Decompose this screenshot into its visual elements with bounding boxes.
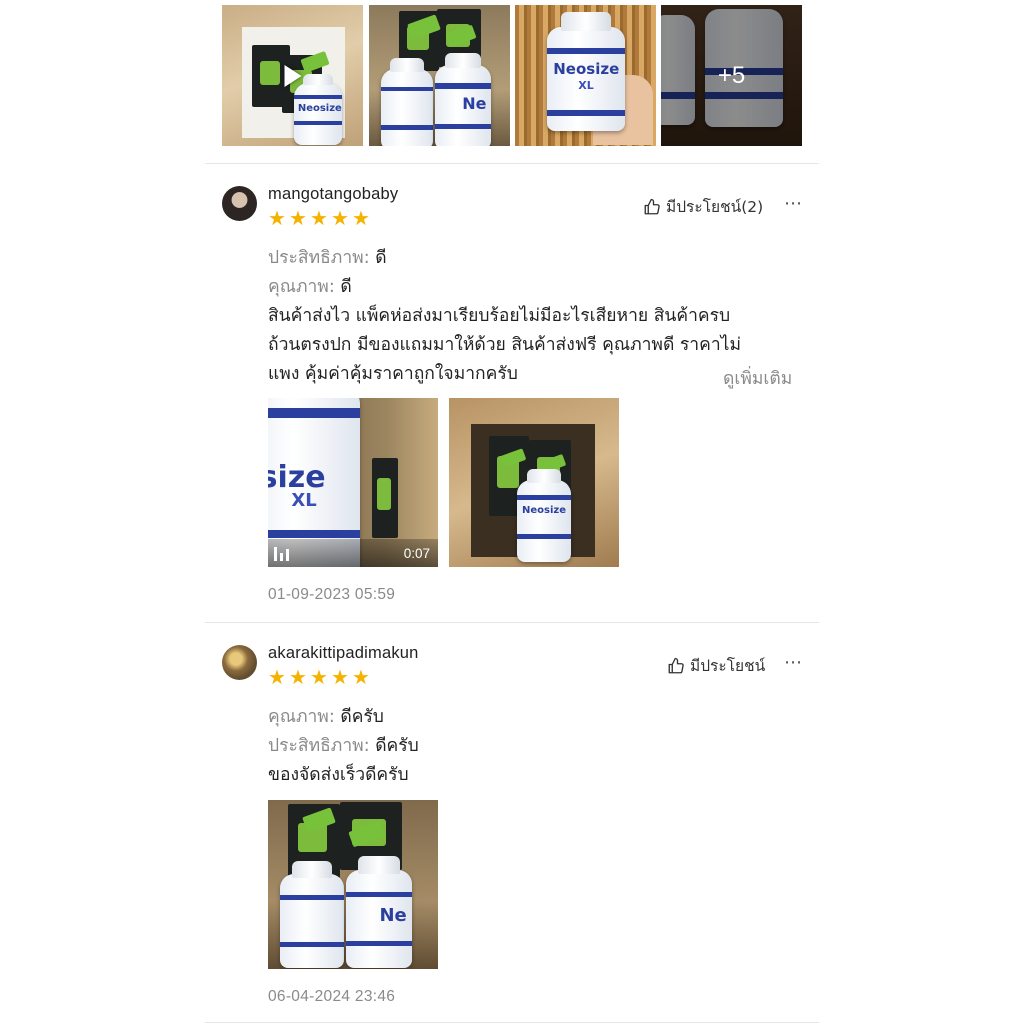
more-dots-icon[interactable]: ⋯ (784, 193, 803, 214)
avatar[interactable] (222, 186, 257, 221)
review-video[interactable]: osize XL 0:07 (268, 398, 438, 567)
attribute-value: ดี (340, 277, 352, 297)
review-divider (205, 622, 819, 623)
comment-line: ของจัดส่งเร็วดีครับ (268, 765, 409, 785)
gallery-video-thumb[interactable]: Neosize (222, 5, 363, 146)
gallery-image-3[interactable]: Neosize XL (515, 5, 656, 146)
star-icon: ★ (352, 206, 370, 230)
attribute-value: ดี (375, 248, 387, 268)
helpful-button[interactable]: มีประโยชน์(2) (643, 194, 763, 219)
attribute-key: คุณภาพ: (268, 277, 335, 297)
play-icon[interactable] (284, 64, 301, 87)
avatar[interactable] (222, 645, 257, 680)
see-more-link[interactable]: ดูเพิ่มเติม (723, 364, 792, 392)
attribute-value: ดีครับ (375, 736, 419, 756)
more-dots-icon[interactable]: ⋯ (784, 652, 803, 673)
star-icon: ★ (268, 665, 286, 689)
reviewer-name[interactable]: mangotangobaby (268, 185, 398, 204)
attribute-value: ดีครับ (340, 707, 384, 727)
star-icon: ★ (310, 206, 328, 230)
bottle-brand: Neosize (521, 504, 566, 516)
star-icon: ★ (331, 206, 349, 230)
review-attribute: ประสิทธิภาพ: ดีครับ (268, 731, 419, 759)
thumbs-up-icon (668, 657, 684, 673)
review-divider (205, 163, 819, 164)
review-attribute: คุณภาพ: ดีครับ (268, 702, 384, 730)
star-icon: ★ (289, 665, 307, 689)
reviewer-name[interactable]: akarakittipadimakun (268, 644, 419, 663)
gallery-more[interactable]: +5 (661, 5, 802, 146)
star-rating: ★ ★ ★ ★ ★ (268, 206, 370, 230)
helpful-label: มีประโยชน์ (690, 657, 766, 675)
review-divider (205, 1022, 819, 1023)
helpful-button[interactable]: มีประโยชน์ (667, 653, 765, 678)
comment-line: ถ้วนตรงปก มีของแถมมาให้ด้วย สินค้าส่งฟรี… (268, 335, 741, 355)
bottle-variant: XL (578, 79, 594, 92)
more-media-count: +5 (661, 5, 802, 146)
star-icon: ★ (268, 206, 286, 230)
review-date: 01-09-2023 05:59 (268, 586, 396, 603)
comment-line: สินค้าส่งไว แพ็คห่อส่งมาเรียบร้อยไม่มีอะ… (268, 306, 731, 326)
attribute-key: ประสิทธิภาพ: (268, 736, 370, 756)
video-bars-icon (274, 547, 289, 561)
attribute-key: ประสิทธิภาพ: (268, 248, 370, 268)
review-image[interactable]: Neosize (449, 398, 619, 567)
star-icon: ★ (331, 665, 349, 689)
gallery-image-2[interactable]: Ne (369, 5, 510, 146)
attribute-key: คุณภาพ: (268, 707, 335, 727)
thumbs-up-icon (644, 198, 660, 214)
video-controls: 0:07 (268, 539, 438, 567)
star-rating: ★ ★ ★ ★ ★ (268, 665, 370, 689)
bottle-brand: Neosize (553, 60, 620, 79)
review-attribute: ประสิทธิภาพ: ดี (268, 243, 387, 271)
review-date: 06-04-2024 23:46 (268, 988, 396, 1005)
review-attribute: คุณภาพ: ดี (268, 272, 352, 300)
review-comment: ของจัดส่งเร็วดีครับ (268, 761, 808, 790)
star-icon: ★ (310, 665, 328, 689)
review-image[interactable]: Ne (268, 800, 438, 969)
star-icon: ★ (289, 206, 307, 230)
helpful-label: มีประโยชน์(2) (666, 198, 764, 216)
bottle-brand: Neosize (297, 102, 342, 114)
star-icon: ★ (352, 665, 370, 689)
video-duration: 0:07 (403, 546, 430, 561)
